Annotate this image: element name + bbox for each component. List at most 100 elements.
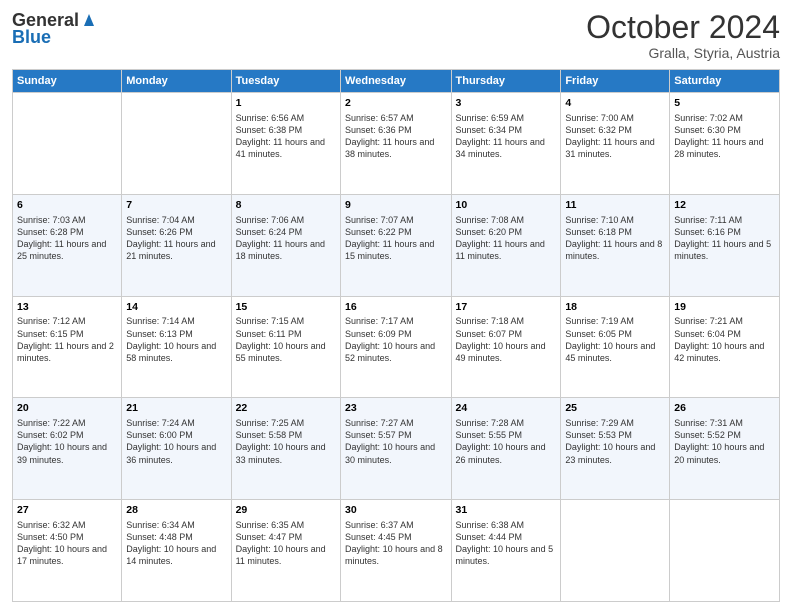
calendar-cell: 30Sunrise: 6:37 AM Sunset: 4:45 PM Dayli… — [341, 500, 451, 602]
day-number: 17 — [456, 300, 557, 315]
week-row-3: 13Sunrise: 7:12 AM Sunset: 6:15 PM Dayli… — [13, 296, 780, 398]
calendar-cell — [13, 93, 122, 195]
calendar-cell: 14Sunrise: 7:14 AM Sunset: 6:13 PM Dayli… — [122, 296, 231, 398]
calendar-cell: 7Sunrise: 7:04 AM Sunset: 6:26 PM Daylig… — [122, 194, 231, 296]
day-number: 25 — [565, 401, 665, 416]
day-info: Sunrise: 6:59 AM Sunset: 6:34 PM Dayligh… — [456, 112, 557, 161]
day-number: 1 — [236, 96, 336, 111]
calendar-cell: 3Sunrise: 6:59 AM Sunset: 6:34 PM Daylig… — [451, 93, 561, 195]
day-info: Sunrise: 7:00 AM Sunset: 6:32 PM Dayligh… — [565, 112, 665, 161]
day-number: 31 — [456, 503, 557, 518]
day-info: Sunrise: 7:22 AM Sunset: 6:02 PM Dayligh… — [17, 417, 117, 466]
day-info: Sunrise: 6:56 AM Sunset: 6:38 PM Dayligh… — [236, 112, 336, 161]
calendar-cell: 23Sunrise: 7:27 AM Sunset: 5:57 PM Dayli… — [341, 398, 451, 500]
week-row-5: 27Sunrise: 6:32 AM Sunset: 4:50 PM Dayli… — [13, 500, 780, 602]
week-row-1: 1Sunrise: 6:56 AM Sunset: 6:38 PM Daylig… — [13, 93, 780, 195]
day-info: Sunrise: 7:14 AM Sunset: 6:13 PM Dayligh… — [126, 315, 226, 364]
calendar-cell — [122, 93, 231, 195]
calendar-cell — [561, 500, 670, 602]
day-info: Sunrise: 7:08 AM Sunset: 6:20 PM Dayligh… — [456, 214, 557, 263]
day-number: 22 — [236, 401, 336, 416]
day-info: Sunrise: 7:21 AM Sunset: 6:04 PM Dayligh… — [674, 315, 775, 364]
day-info: Sunrise: 7:10 AM Sunset: 6:18 PM Dayligh… — [565, 214, 665, 263]
day-info: Sunrise: 7:25 AM Sunset: 5:58 PM Dayligh… — [236, 417, 336, 466]
day-info: Sunrise: 7:31 AM Sunset: 5:52 PM Dayligh… — [674, 417, 775, 466]
day-info: Sunrise: 7:02 AM Sunset: 6:30 PM Dayligh… — [674, 112, 775, 161]
calendar-cell: 29Sunrise: 6:35 AM Sunset: 4:47 PM Dayli… — [231, 500, 340, 602]
calendar-cell: 9Sunrise: 7:07 AM Sunset: 6:22 PM Daylig… — [341, 194, 451, 296]
day-number: 16 — [345, 300, 446, 315]
location: Gralla, Styria, Austria — [586, 45, 780, 61]
calendar-table: Sunday Monday Tuesday Wednesday Thursday… — [12, 69, 780, 602]
day-number: 13 — [17, 300, 117, 315]
calendar-cell: 16Sunrise: 7:17 AM Sunset: 6:09 PM Dayli… — [341, 296, 451, 398]
day-number: 26 — [674, 401, 775, 416]
calendar-cell: 8Sunrise: 7:06 AM Sunset: 6:24 PM Daylig… — [231, 194, 340, 296]
day-number: 23 — [345, 401, 446, 416]
day-info: Sunrise: 7:06 AM Sunset: 6:24 PM Dayligh… — [236, 214, 336, 263]
day-info: Sunrise: 6:35 AM Sunset: 4:47 PM Dayligh… — [236, 519, 336, 568]
days-header-row: Sunday Monday Tuesday Wednesday Thursday… — [13, 70, 780, 93]
calendar-cell: 18Sunrise: 7:19 AM Sunset: 6:05 PM Dayli… — [561, 296, 670, 398]
day-number: 11 — [565, 198, 665, 213]
day-number: 8 — [236, 198, 336, 213]
day-info: Sunrise: 7:28 AM Sunset: 5:55 PM Dayligh… — [456, 417, 557, 466]
calendar-cell: 15Sunrise: 7:15 AM Sunset: 6:11 PM Dayli… — [231, 296, 340, 398]
header-thursday: Thursday — [451, 70, 561, 93]
header-sunday: Sunday — [13, 70, 122, 93]
day-number: 4 — [565, 96, 665, 111]
calendar-cell: 4Sunrise: 7:00 AM Sunset: 6:32 PM Daylig… — [561, 93, 670, 195]
day-number: 15 — [236, 300, 336, 315]
day-info: Sunrise: 7:03 AM Sunset: 6:28 PM Dayligh… — [17, 214, 117, 263]
day-number: 9 — [345, 198, 446, 213]
calendar-cell — [670, 500, 780, 602]
day-number: 2 — [345, 96, 446, 111]
day-number: 27 — [17, 503, 117, 518]
day-info: Sunrise: 7:18 AM Sunset: 6:07 PM Dayligh… — [456, 315, 557, 364]
header-monday: Monday — [122, 70, 231, 93]
day-number: 19 — [674, 300, 775, 315]
calendar-cell: 28Sunrise: 6:34 AM Sunset: 4:48 PM Dayli… — [122, 500, 231, 602]
calendar-cell: 12Sunrise: 7:11 AM Sunset: 6:16 PM Dayli… — [670, 194, 780, 296]
day-number: 18 — [565, 300, 665, 315]
calendar-cell: 5Sunrise: 7:02 AM Sunset: 6:30 PM Daylig… — [670, 93, 780, 195]
day-number: 6 — [17, 198, 117, 213]
logo: General Blue — [12, 10, 98, 48]
day-number: 3 — [456, 96, 557, 111]
calendar-cell: 11Sunrise: 7:10 AM Sunset: 6:18 PM Dayli… — [561, 194, 670, 296]
day-number: 5 — [674, 96, 775, 111]
day-number: 30 — [345, 503, 446, 518]
day-info: Sunrise: 6:37 AM Sunset: 4:45 PM Dayligh… — [345, 519, 446, 568]
day-info: Sunrise: 7:04 AM Sunset: 6:26 PM Dayligh… — [126, 214, 226, 263]
day-info: Sunrise: 7:15 AM Sunset: 6:11 PM Dayligh… — [236, 315, 336, 364]
calendar-header: General Blue October 2024 Gralla, Styria… — [12, 10, 780, 61]
week-row-4: 20Sunrise: 7:22 AM Sunset: 6:02 PM Dayli… — [13, 398, 780, 500]
calendar-cell: 21Sunrise: 7:24 AM Sunset: 6:00 PM Dayli… — [122, 398, 231, 500]
calendar-cell: 19Sunrise: 7:21 AM Sunset: 6:04 PM Dayli… — [670, 296, 780, 398]
day-number: 12 — [674, 198, 775, 213]
day-info: Sunrise: 6:57 AM Sunset: 6:36 PM Dayligh… — [345, 112, 446, 161]
week-row-2: 6Sunrise: 7:03 AM Sunset: 6:28 PM Daylig… — [13, 194, 780, 296]
day-number: 28 — [126, 503, 226, 518]
day-number: 10 — [456, 198, 557, 213]
calendar-cell: 13Sunrise: 7:12 AM Sunset: 6:15 PM Dayli… — [13, 296, 122, 398]
day-info: Sunrise: 7:12 AM Sunset: 6:15 PM Dayligh… — [17, 315, 117, 364]
calendar-cell: 25Sunrise: 7:29 AM Sunset: 5:53 PM Dayli… — [561, 398, 670, 500]
day-number: 14 — [126, 300, 226, 315]
calendar-cell: 22Sunrise: 7:25 AM Sunset: 5:58 PM Dayli… — [231, 398, 340, 500]
calendar-cell: 2Sunrise: 6:57 AM Sunset: 6:36 PM Daylig… — [341, 93, 451, 195]
month-title: October 2024 — [586, 10, 780, 45]
header-tuesday: Tuesday — [231, 70, 340, 93]
day-info: Sunrise: 7:24 AM Sunset: 6:00 PM Dayligh… — [126, 417, 226, 466]
day-info: Sunrise: 6:38 AM Sunset: 4:44 PM Dayligh… — [456, 519, 557, 568]
day-info: Sunrise: 7:19 AM Sunset: 6:05 PM Dayligh… — [565, 315, 665, 364]
header-saturday: Saturday — [670, 70, 780, 93]
logo-blue: Blue — [12, 27, 51, 48]
day-info: Sunrise: 7:11 AM Sunset: 6:16 PM Dayligh… — [674, 214, 775, 263]
logo-triangle-icon — [80, 10, 98, 28]
day-number: 7 — [126, 198, 226, 213]
calendar-cell: 20Sunrise: 7:22 AM Sunset: 6:02 PM Dayli… — [13, 398, 122, 500]
calendar-cell: 31Sunrise: 6:38 AM Sunset: 4:44 PM Dayli… — [451, 500, 561, 602]
day-info: Sunrise: 6:34 AM Sunset: 4:48 PM Dayligh… — [126, 519, 226, 568]
day-info: Sunrise: 7:29 AM Sunset: 5:53 PM Dayligh… — [565, 417, 665, 466]
